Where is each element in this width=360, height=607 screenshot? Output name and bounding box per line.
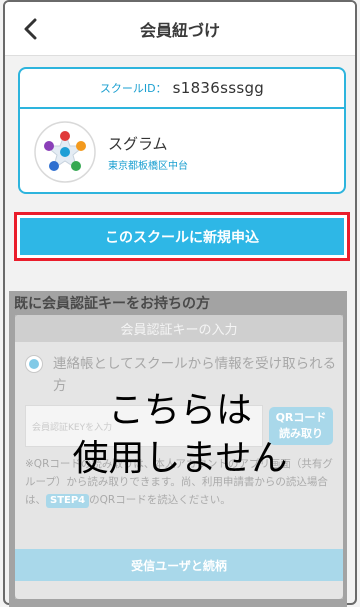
school-id-label: スクールID： (99, 82, 167, 95)
school-card: スクールID： s1836sssgg スグラム 東京都板橋区中台 (18, 67, 346, 194)
new-application-button[interactable]: このスクールに新規申込 (20, 218, 344, 255)
page-title: 会員紐づけ (139, 21, 220, 40)
not-used-line2: 使用しません (72, 438, 288, 479)
school-id-row: スクールID： s1836sssgg (20, 69, 344, 109)
school-logo-icon (34, 121, 96, 183)
school-name: スグラム (108, 135, 168, 153)
not-used-line1: こちらは (107, 390, 252, 431)
app-header: 会員紐づけ (5, 2, 355, 56)
school-id-value: s1836sssgg (172, 79, 265, 97)
school-address: 東京都板橋区中台 (108, 161, 188, 172)
not-used-notice: こちらは 使用しません (0, 387, 360, 483)
apply-button-highlight: このスクールに新規申込 (14, 212, 350, 261)
existing-member-title: 既に会員認証キーをお持ちの方 (14, 296, 210, 312)
